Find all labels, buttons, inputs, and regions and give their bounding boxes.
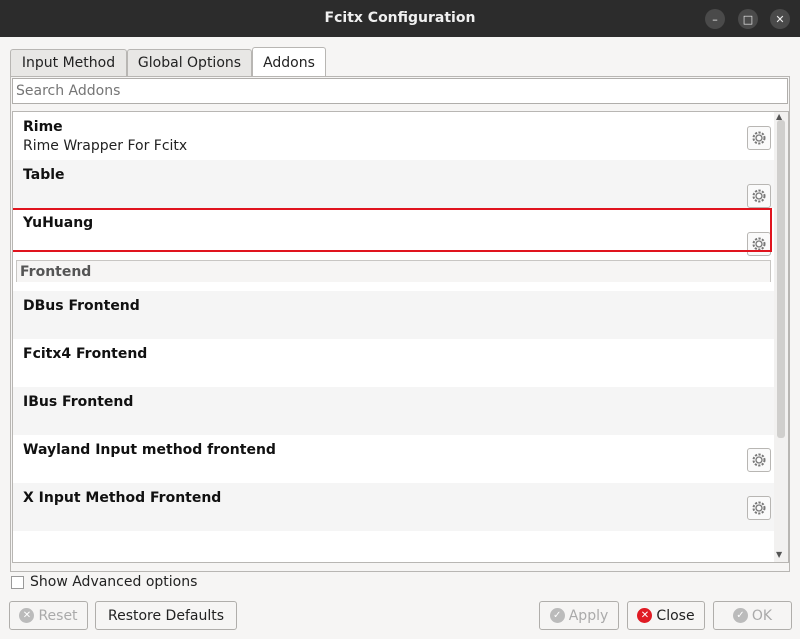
addon-name: Table (23, 167, 65, 183)
search-input[interactable] (12, 78, 788, 104)
tab-global-options[interactable]: Global Options (127, 49, 252, 76)
addon-row-dbus-frontend[interactable]: DBus Frontend (13, 291, 775, 339)
window-title: Fcitx Configuration (324, 10, 476, 26)
addon-description: Rime Wrapper For Fcitx (23, 138, 188, 154)
close-window-button[interactable]: ✕ (770, 9, 790, 29)
addon-row-ibus-frontend[interactable]: IBus Frontend (13, 387, 775, 435)
reset-button[interactable]: ✕ Reset (9, 601, 88, 630)
tab-addons[interactable]: Addons (252, 47, 326, 77)
show-advanced-checkbox[interactable] (11, 575, 24, 589)
configure-button[interactable] (747, 496, 771, 520)
addon-row-rime[interactable]: Rime Rime Wrapper For Fcitx (13, 112, 775, 160)
addon-row-wayland-frontend[interactable]: Wayland Input method frontend (13, 435, 775, 483)
check-icon: ✓ (549, 608, 565, 623)
addon-name: Fcitx4 Frontend (23, 346, 148, 362)
addon-row-xim-frontend[interactable]: X Input Method Frontend (13, 483, 775, 531)
minimize-button[interactable]: – (705, 9, 725, 29)
addon-name: Wayland Input method frontend (23, 442, 276, 458)
addon-name: DBus Frontend (23, 298, 140, 314)
apply-label: Apply (568, 607, 609, 624)
reset-icon: ✕ (19, 608, 35, 623)
restore-defaults-button[interactable]: Restore Defaults (95, 601, 237, 630)
close-icon: ✕ (637, 608, 653, 623)
addon-name: Rime (23, 119, 63, 135)
scrollbar-thumb[interactable] (777, 120, 785, 438)
apply-button[interactable]: ✓ Apply (539, 601, 619, 630)
addon-row-fcitx4-frontend[interactable]: Fcitx4 Frontend (13, 339, 775, 387)
reset-label: Reset (38, 607, 78, 624)
gear-icon (752, 189, 766, 203)
addon-name: X Input Method Frontend (23, 490, 222, 506)
category-header: Frontend (16, 260, 771, 282)
configure-button[interactable] (747, 184, 771, 208)
gear-icon (752, 453, 766, 467)
maximize-icon: □ (742, 12, 754, 26)
addon-list: Rime Rime Wrapper For Fcitx Table YuHuan… (12, 111, 789, 563)
show-advanced-option[interactable]: Show Advanced options (11, 573, 197, 591)
highlight-box (13, 208, 772, 252)
category-label: Frontend (20, 264, 92, 280)
check-icon: ✓ (732, 608, 748, 623)
title-bar: Fcitx Configuration – □ ✕ (0, 0, 800, 37)
maximize-button[interactable]: □ (738, 9, 758, 29)
ok-button[interactable]: ✓ OK (713, 601, 792, 630)
minimize-icon: – (712, 12, 718, 26)
tab-input-method[interactable]: Input Method (10, 49, 127, 76)
scroll-down-icon[interactable]: ▼ (776, 550, 782, 559)
close-icon: ✕ (775, 12, 785, 26)
gear-icon (752, 501, 766, 515)
close-label: Close (656, 607, 695, 624)
addon-name: IBus Frontend (23, 394, 134, 410)
close-button[interactable]: ✕ Close (627, 601, 705, 630)
gear-icon (752, 131, 766, 145)
scrollbar[interactable]: ▲ ▼ (774, 112, 788, 562)
restore-defaults-label: Restore Defaults (107, 607, 225, 624)
configure-button[interactable] (747, 448, 771, 472)
addon-row-table[interactable]: Table (13, 160, 775, 208)
ok-label: OK (751, 607, 773, 624)
configure-button[interactable] (747, 126, 771, 150)
show-advanced-label: Show Advanced options (30, 574, 198, 590)
